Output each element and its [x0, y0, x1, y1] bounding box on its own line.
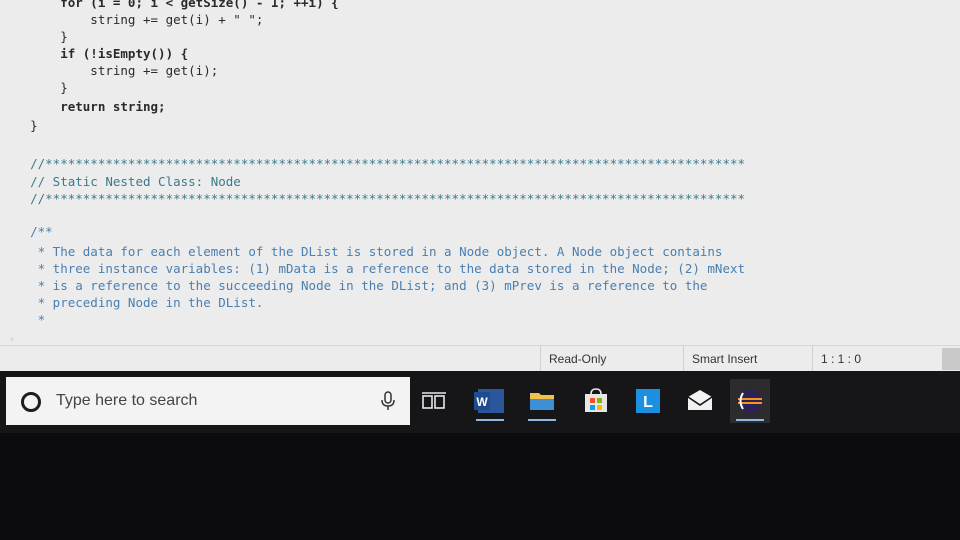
status-mode: Read-Only [540, 346, 679, 372]
taskbar-mail-button[interactable] [680, 379, 720, 423]
comment-line: //**************************************… [0, 191, 746, 206]
monitor-bezel [0, 433, 960, 540]
code-line: } [0, 29, 68, 44]
comment-line: //**************************************… [0, 156, 746, 171]
taskbar: Type here to search W L [0, 371, 960, 433]
cortana-icon [21, 392, 41, 412]
code-line: } [0, 80, 68, 95]
status-insert-mode: Smart Insert [683, 346, 812, 372]
taskbar-file-explorer-button[interactable] [522, 379, 562, 423]
comment-line: // Static Nested Class: Node [0, 174, 241, 189]
file-explorer-icon [530, 393, 554, 410]
code-line: if (!isEmpty()) { [0, 46, 189, 61]
status-bar: Read-Only Smart Insert 1 : 1 : 0 [0, 345, 960, 372]
doc-line: /** [0, 224, 53, 239]
doc-line: * [0, 312, 46, 327]
svg-text:L: L [643, 394, 653, 411]
search-placeholder: Type here to search [56, 392, 198, 409]
code-line: return string; [0, 99, 166, 114]
store-icon [585, 388, 607, 412]
active-indicator [476, 419, 504, 421]
active-indicator [528, 419, 556, 421]
doc-line: * preceding Node in the DList. [0, 295, 264, 310]
svg-text:W: W [476, 395, 488, 409]
scroll-left-icon[interactable]: ‹ [10, 334, 18, 345]
taskbar-lync-button[interactable]: L [628, 379, 668, 423]
task-view-button[interactable] [414, 379, 454, 423]
task-view-icon [422, 392, 446, 409]
microphone-icon[interactable] [378, 390, 398, 412]
code-line: string += get(i) + " "; [0, 12, 264, 27]
doc-line: * is a reference to the succeeding Node … [0, 278, 708, 293]
status-cursor-position: 1 : 1 : 0 [812, 346, 921, 372]
taskbar-eclipse-button[interactable] [730, 379, 770, 423]
taskbar-search-box[interactable]: Type here to search [6, 377, 410, 425]
status-scroll-thumb[interactable] [942, 348, 960, 370]
code-editor[interactable]: for (i = 0; i < getSize() - 1; ++i) { st… [0, 0, 960, 345]
doc-line: * The data for each element of the DList… [0, 244, 723, 259]
code-line: for (i = 0; i < getSize() - 1; ++i) { [0, 0, 339, 10]
active-indicator [736, 419, 764, 421]
mail-icon [687, 390, 713, 410]
lync-icon: L [636, 389, 660, 413]
taskbar-word-button[interactable]: W [470, 379, 510, 423]
code-line: } [0, 118, 38, 133]
doc-line: * three instance variables: (1) mData is… [0, 261, 746, 276]
taskbar-store-button[interactable] [576, 379, 616, 423]
code-line: string += get(i); [0, 63, 219, 78]
word-icon: W [474, 389, 504, 413]
eclipse-icon [738, 389, 762, 413]
